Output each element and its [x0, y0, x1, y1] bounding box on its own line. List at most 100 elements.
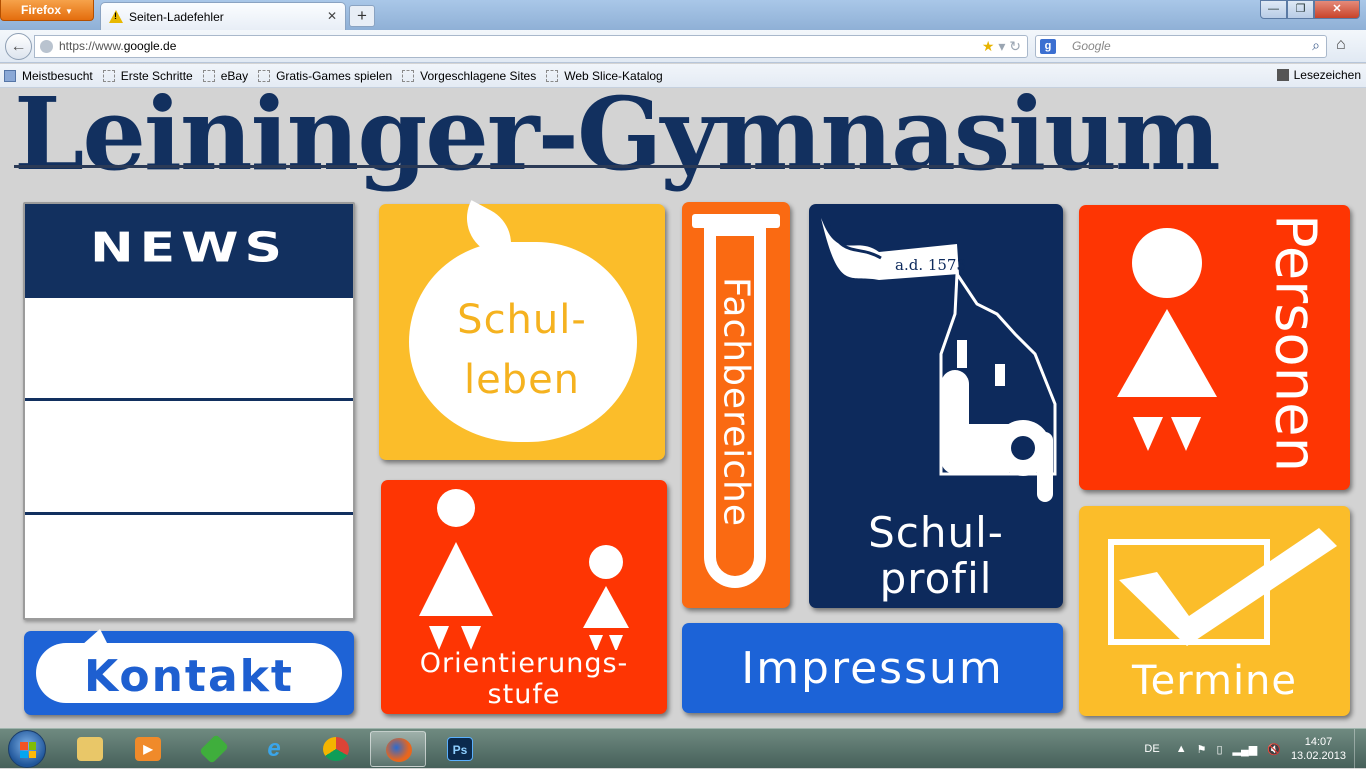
- tab-active[interactable]: Seiten-Ladefehler ✕: [100, 2, 346, 30]
- firefox-menu-button[interactable]: Firefox ▼: [0, 0, 94, 21]
- personen-tile[interactable]: Personen: [1079, 205, 1350, 490]
- new-tab-button[interactable]: +: [349, 5, 375, 27]
- show-desktop-button[interactable]: [1354, 729, 1366, 769]
- personen-label: Personen: [1262, 213, 1328, 473]
- bookmark-icon: [258, 69, 271, 82]
- window-controls: — ❐ ✕: [1260, 0, 1360, 19]
- bookmark-icon: [202, 69, 215, 82]
- bookmark-star-icon[interactable]: ★: [982, 38, 995, 54]
- bookmarks-icon: [1276, 69, 1289, 81]
- firefox-icon: [386, 738, 412, 762]
- impressum-label: Impressum: [741, 643, 1004, 694]
- url-bar[interactable]: https://www.google.de ★ ▾ ↻: [34, 35, 1028, 58]
- tab-close-icon[interactable]: ✕: [327, 9, 337, 23]
- taskbar: ▶ e Ps DE ▲ ⚑ ▯ ▂▄▆ 🔇 14:07 13.02.2013: [0, 728, 1366, 769]
- start-button[interactable]: [8, 730, 46, 768]
- search-input[interactable]: g Google ⌕: [1035, 35, 1327, 58]
- search-engine-icon[interactable]: g: [1040, 39, 1056, 54]
- volume-muted-icon[interactable]: 🔇: [1267, 743, 1281, 756]
- show-hidden-icons-icon[interactable]: ▲: [1176, 743, 1187, 755]
- clock-date: 13.02.2013: [1290, 750, 1346, 762]
- url-icons: ★ ▾ ↻: [982, 38, 1021, 55]
- impressum-tile[interactable]: Impressum: [682, 623, 1063, 713]
- bookmark-label: Erste Schritte: [120, 68, 193, 83]
- taskbar-media-player[interactable]: ▶: [120, 731, 176, 767]
- taskbar-firefox[interactable]: [370, 731, 426, 767]
- clock[interactable]: 14:07 13.02.2013: [1291, 735, 1346, 763]
- bookmark-icon: [546, 69, 559, 82]
- bookmark-label: Meistbesucht: [22, 68, 93, 83]
- termine-tile[interactable]: Termine: [1079, 506, 1350, 716]
- bookmarks-menu-button[interactable]: Lesezeichen: [1276, 68, 1361, 82]
- news-header: NEWS: [25, 204, 353, 298]
- bookmark-label: Web Slice-Katalog: [564, 68, 663, 83]
- news-panel: NEWS: [23, 202, 355, 620]
- taskbar-sims[interactable]: [186, 731, 242, 767]
- bookmark-label: eBay: [220, 68, 249, 83]
- search-placeholder: Google: [1072, 39, 1111, 53]
- bookmarks-menu-label: Lesezeichen: [1293, 68, 1361, 82]
- bookmark-item[interactable]: Web Slice-Katalog: [546, 69, 663, 83]
- taskbar-explorer[interactable]: [62, 731, 118, 767]
- maximize-button[interactable]: ❐: [1287, 0, 1314, 19]
- dropdown-arrow-icon[interactable]: ▾: [998, 38, 1005, 54]
- bookmark-item[interactable]: Meistbesucht: [4, 69, 93, 83]
- bookmark-item[interactable]: Gratis-Games spielen: [258, 69, 392, 83]
- orientierungsstufe-line1: Orientierungs-: [419, 648, 629, 679]
- news-divider: [25, 398, 353, 401]
- bookmarks-toolbar: Meistbesucht Erste Schritte eBay Gratis-…: [0, 64, 1366, 88]
- schulprofil-label: Schul- profil: [809, 508, 1063, 604]
- home-icon[interactable]: ⌂: [1336, 36, 1346, 54]
- schulprofil-tile[interactable]: a.d. 1573 Schul- profil: [809, 204, 1063, 608]
- navigation-bar: ← https://www.google.de ★ ▾ ↻ g Google ⌕…: [0, 30, 1366, 63]
- minimize-button[interactable]: —: [1260, 0, 1287, 19]
- sims-icon: [199, 734, 229, 764]
- checkbox-check-icon: [1108, 528, 1337, 646]
- search-engine-letter: g: [1044, 40, 1052, 52]
- bookmark-label: Gratis-Games spielen: [276, 68, 393, 83]
- system-tray: DE ▲ ⚑ ▯ ▂▄▆ 🔇 14:07 13.02.2013: [1144, 729, 1366, 769]
- windows-logo-icon: [20, 742, 36, 758]
- url-domain: google.de: [123, 39, 177, 53]
- schulprofil-line2: profil: [879, 554, 993, 604]
- language-indicator[interactable]: DE: [1144, 743, 1159, 755]
- schulleben-line2: leben: [463, 357, 581, 403]
- media-player-icon: ▶: [135, 737, 161, 761]
- network-signal-icon[interactable]: ▂▄▆: [1233, 743, 1258, 756]
- bookmark-item[interactable]: Vorgeschlagene Sites: [402, 69, 536, 83]
- back-button[interactable]: ←: [5, 33, 32, 60]
- orientierungsstufe-label: Orientierungs- stufe: [381, 648, 667, 710]
- warning-icon: [109, 10, 123, 23]
- close-button[interactable]: ✕: [1314, 0, 1360, 19]
- clock-time: 14:07: [1304, 736, 1333, 748]
- orientierungsstufe-line2: stufe: [487, 679, 561, 711]
- action-center-flag-icon[interactable]: ⚑: [1197, 743, 1207, 756]
- bookmark-icon: [402, 69, 415, 82]
- search-icon[interactable]: ⌕: [1312, 37, 1320, 54]
- schulleben-label: Schul- leben: [379, 290, 665, 410]
- chevron-down-icon: ▼: [65, 7, 73, 16]
- orientierungsstufe-tile[interactable]: Orientierungs- stufe: [381, 480, 667, 714]
- page-content: Leininger-Gymnasium NEWS Kontakt Schul- …: [0, 88, 1366, 728]
- chrome-icon: [323, 737, 349, 761]
- photoshop-icon: Ps: [447, 737, 473, 761]
- taskbar-photoshop[interactable]: Ps: [432, 731, 488, 767]
- schulleben-tile[interactable]: Schul- leben: [379, 200, 665, 460]
- kontakt-tile[interactable]: Kontakt: [24, 629, 354, 715]
- most-visited-icon: [4, 69, 16, 82]
- taskbar-internet-explorer[interactable]: e: [246, 731, 302, 767]
- school-logo[interactable]: Leininger-Gymnasium: [14, 88, 1221, 184]
- bookmark-item[interactable]: Erste Schritte: [102, 68, 193, 83]
- folder-icon: [77, 737, 103, 761]
- taskbar-chrome[interactable]: [308, 731, 364, 767]
- kontakt-label: Kontakt: [84, 651, 294, 702]
- bookmark-item[interactable]: eBay: [202, 68, 249, 83]
- schulleben-line1: Schul-: [457, 297, 587, 343]
- battery-icon[interactable]: ▯: [1216, 743, 1222, 756]
- schulprofil-line1: Schul-: [868, 508, 1004, 557]
- tab-title: Seiten-Ladefehler: [129, 9, 224, 24]
- bookmark-icon: [102, 69, 115, 82]
- fachbereiche-tile[interactable]: Fachbereiche: [682, 202, 790, 608]
- ie-icon: e: [267, 735, 281, 762]
- reload-icon[interactable]: ↻: [1009, 38, 1021, 54]
